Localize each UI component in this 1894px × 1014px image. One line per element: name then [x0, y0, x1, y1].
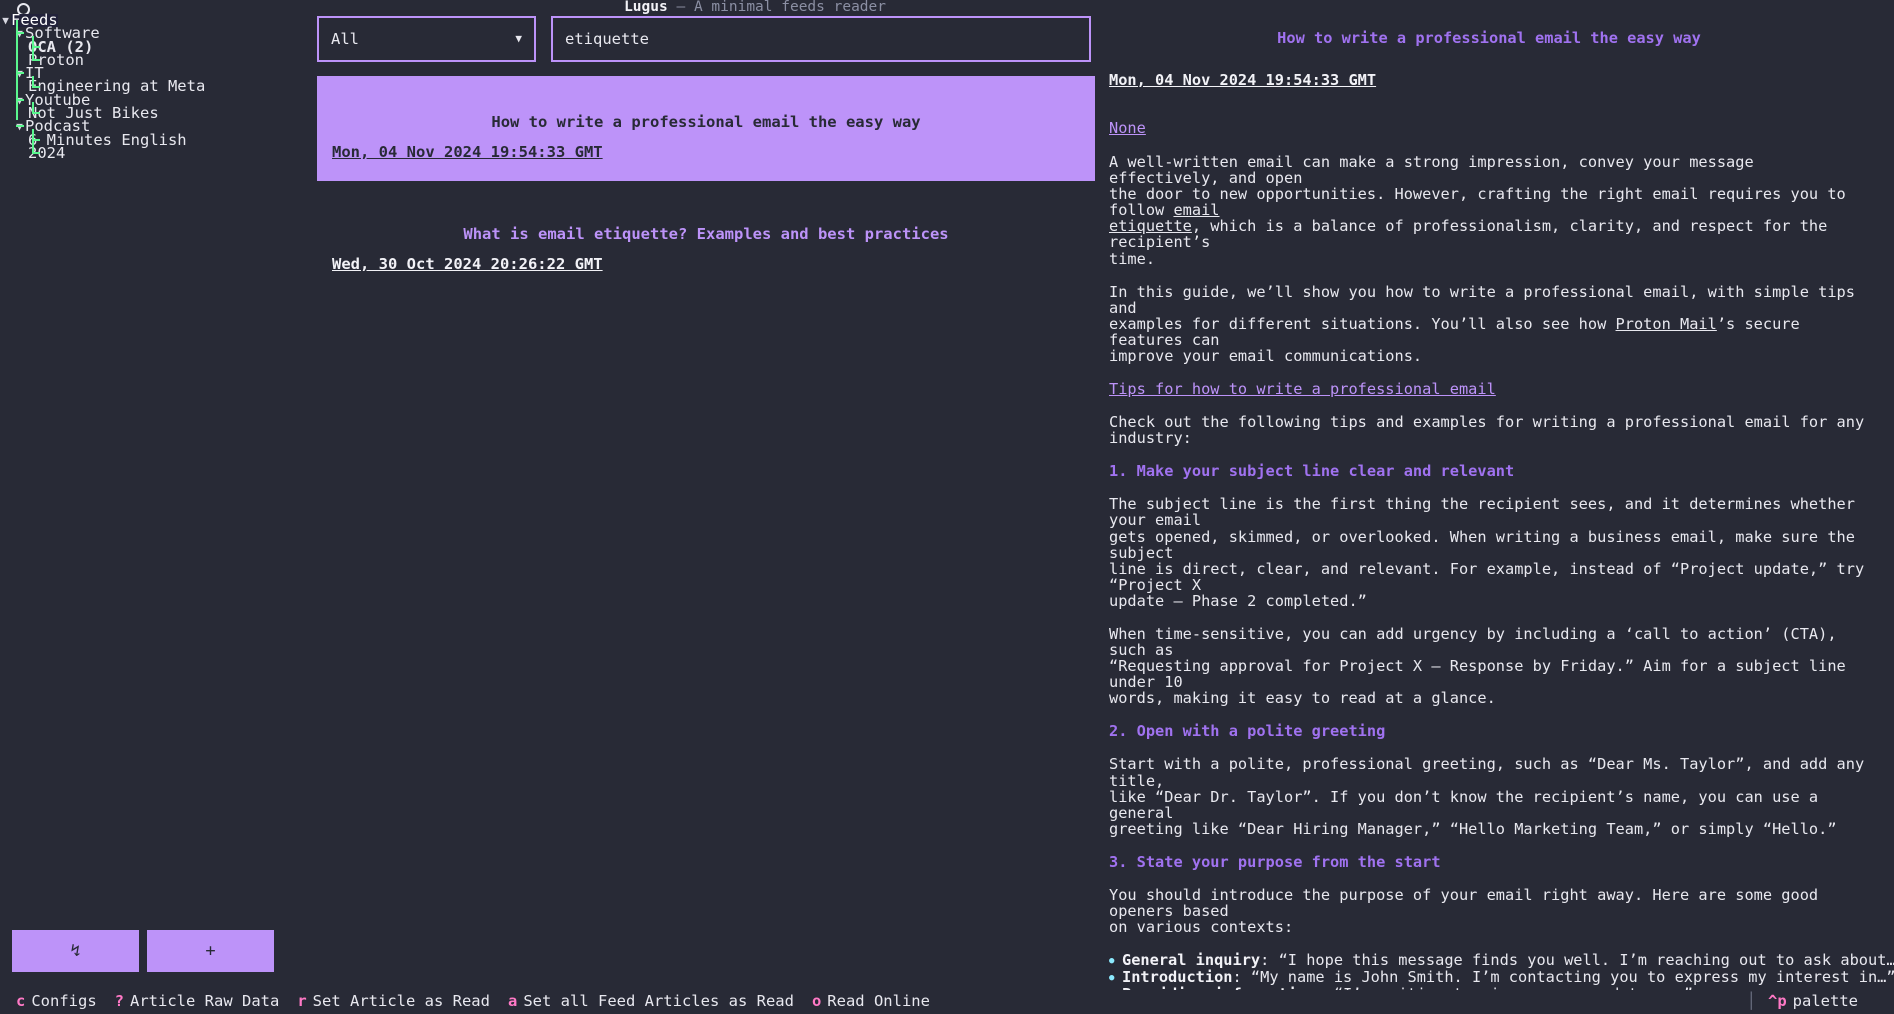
palette-label: palette [1792, 992, 1858, 1010]
reader-article-date: Mon, 04 Nov 2024 19:54:33 GMT [1109, 71, 1377, 89]
article-item-title: What is email etiquette? Examples and be… [463, 225, 949, 243]
shortcut-label: Set Article as Read [312, 992, 490, 1010]
shortcut-key: c [16, 992, 26, 1010]
reader-section-link[interactable]: Tips for how to write a professional ema… [1109, 381, 1869, 397]
shortcut-label: Read Online [827, 992, 930, 1010]
reader-article-title: How to write a professional email the ea… [1277, 29, 1701, 47]
feed-filter-value: All [331, 30, 359, 48]
tree-branch-line [16, 125, 24, 128]
feeds-sidebar: ▼Feeds▼SoftwareOCA (2)Proton▼ITEngineeri… [0, 0, 274, 1014]
tree-subbranch-line [32, 58, 40, 61]
tree-branch-line [16, 72, 24, 75]
shortcut-label: Article Raw Data [130, 992, 280, 1010]
shortcut-key: r [297, 992, 307, 1010]
search-input-value: etiquette [565, 30, 649, 48]
chevron-down-icon: ▼ [2, 14, 9, 27]
palette-key: ^p [1768, 992, 1787, 1010]
chevron-down-icon: ▼ [515, 32, 522, 45]
article-item-title: How to write a professional email the ea… [491, 113, 921, 131]
tree-subbranch-line [32, 138, 40, 141]
tree-subbranch-line [32, 85, 40, 88]
reader-paragraph: Check out the following tips and example… [1109, 413, 1874, 448]
status-separator: │ [1746, 992, 1756, 1010]
reader-bullet-item: Introduction: “My name is John Smith. I’… [1109, 969, 1894, 986]
article-list-item[interactable]: What is email etiquette? Examples and be… [317, 188, 1095, 293]
article-list-item[interactable]: How to write a professional email the ea… [317, 76, 1095, 181]
shortcut-set-all-feed-articles-as-read[interactable]: a Set all Feed Articles as Read [508, 993, 794, 1009]
reader-paragraph: The subject line is the first thing the … [1109, 495, 1865, 610]
shortcut-key: o [811, 992, 822, 1010]
reader-body: A well-written email can make a strong i… [1109, 153, 1894, 990]
reader-heading: 2. Open with a polite greeting [1109, 722, 1386, 741]
feed-filter-select[interactable]: All ▼ [317, 16, 536, 62]
reader-bullet-list: General inquiry: “I hope this message fi… [1109, 952, 1894, 990]
status-bar: c Configs? Article Raw Data r Set Article as… [0, 988, 1894, 1014]
reader-paragraph: A well-written email can make a strong i… [1109, 153, 1846, 268]
tree-subtrunk-line [32, 75, 34, 86]
reader-paragraph: Start with a polite, professional greeti… [1109, 755, 1865, 838]
reader-paragraph: When time-sensitive, you can add urgency… [1109, 624, 1846, 708]
shortcut-key: a [507, 992, 518, 1010]
tree-branch-line [16, 98, 24, 101]
article-reader-pane: How to write a professional email the ea… [1095, 0, 1894, 990]
tree-branch-line [16, 32, 24, 35]
refresh-feeds-button[interactable]: ↯ [12, 930, 139, 972]
tree-subbranch-line [32, 112, 40, 115]
article-item-date: Mon, 04 Nov 2024 19:54:33 GMT [332, 143, 603, 161]
shortcut-article-raw-data[interactable]: ? Article Raw Data [115, 993, 280, 1009]
reader-scrollbar-track[interactable] [1852, 0, 1870, 990]
shortcut-key: ? [114, 992, 125, 1010]
reader-heading: 3. State your purpose from the start [1109, 852, 1441, 871]
plus-icon: + [205, 941, 216, 961]
reader-paragraph: You should introduce the purpose of your… [1109, 885, 1819, 937]
tree-subtrunk-line [32, 102, 34, 113]
reader-author-link[interactable]: None [1109, 120, 1869, 136]
refresh-icon: ↯ [70, 941, 81, 961]
shortcut-read-online[interactable]: o Read Online [812, 993, 930, 1009]
shortcut-label: Set all Feed Articles as Read [523, 992, 794, 1010]
palette-shortcut[interactable]: │ ^p palette [1747, 993, 1894, 1009]
shortcut-configs[interactable]: c Configs [16, 993, 97, 1009]
tree-subbranch-line [32, 45, 40, 48]
keyboard-shortcuts: c Configs? Article Raw Data r Set Article as… [0, 993, 948, 1009]
tree-subbranch-line [32, 152, 40, 154]
article-item-date: Wed, 30 Oct 2024 20:26:22 GMT [332, 255, 603, 273]
shortcut-set-article-as-read[interactable]: r Set Article as Read [297, 993, 490, 1009]
search-input[interactable]: etiquette [551, 16, 1091, 62]
tree-trunk-line [16, 20, 18, 121]
shortcut-label: Configs [31, 992, 97, 1010]
article-list-column: All ▼ etiquette How to write a professio… [309, 0, 1095, 1000]
reader-paragraph: In this guide, we’ll show you how to wri… [1109, 282, 1855, 366]
reader-heading: 1. Make your subject line clear and rele… [1109, 462, 1515, 481]
reader-bullet-item: General inquiry: “I hope this message fi… [1109, 952, 1894, 969]
add-feed-button[interactable]: + [147, 930, 274, 972]
